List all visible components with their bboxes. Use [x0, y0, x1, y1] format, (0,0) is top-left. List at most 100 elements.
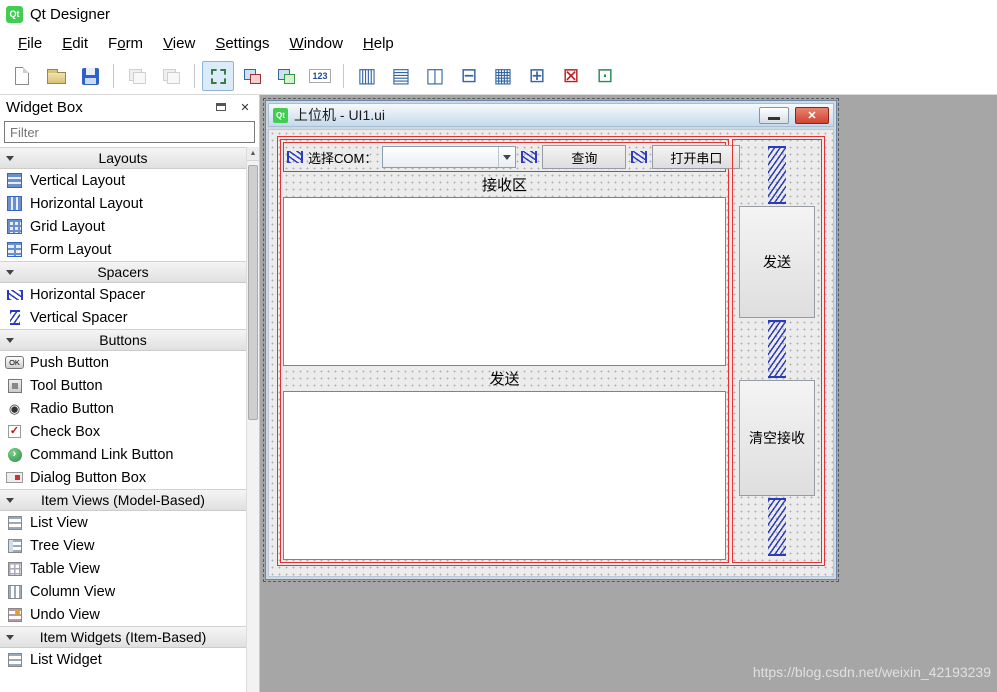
section-layouts[interactable]: Layouts	[0, 147, 246, 169]
layout-form-button[interactable]: ⊞	[521, 61, 553, 91]
form-window[interactable]: Qt 上位机 - UI1.ui ✕ 选择COM：	[265, 100, 837, 580]
layout-horizontal-button[interactable]: ▥	[351, 61, 383, 91]
adjust-size-icon: ⊡	[597, 66, 614, 86]
command-link-button-icon: ›	[8, 448, 22, 462]
widget-box-scrollbar[interactable]: ▲	[246, 147, 259, 692]
com-combobox[interactable]	[382, 146, 516, 168]
chevron-down-icon	[6, 270, 14, 275]
copy-button[interactable]	[121, 61, 153, 91]
widget-item-vertical-spacer[interactable]: Vertical Spacer	[0, 306, 246, 329]
toolbar-separator	[343, 64, 344, 88]
layout-form-icon: ⊞	[529, 66, 546, 86]
edit-buddies-button[interactable]	[270, 61, 302, 91]
form-window-titlebar[interactable]: Qt 上位机 - UI1.ui ✕	[268, 103, 834, 127]
horizontal-spacer[interactable]	[287, 151, 303, 163]
vertical-spacer-icon	[10, 310, 20, 325]
widget-item-tool-button[interactable]: Tool Button	[0, 374, 246, 397]
scrollbar-up-button[interactable]: ▲	[247, 147, 259, 161]
chevron-down-icon	[6, 156, 14, 161]
widget-item-vertical-layout[interactable]: Vertical Layout	[0, 169, 246, 192]
watermark-text: https://blog.csdn.net/weixin_42193239	[753, 664, 991, 680]
send-area-label: 发送	[283, 366, 726, 391]
design-area: Qt 上位机 - UI1.ui ✕ 选择COM：	[260, 95, 997, 692]
edit-buddies-icon	[278, 69, 295, 84]
layout-vertical-button[interactable]: ▤	[385, 61, 417, 91]
layout-splitter-vertical-button[interactable]: ⊟	[453, 61, 485, 91]
menu-help[interactable]: Help	[353, 31, 404, 56]
layout-splitter-horizontal-icon: ◫	[426, 66, 445, 86]
send-button[interactable]: 发送	[739, 206, 815, 318]
menu-file[interactable]: File	[8, 31, 52, 56]
open-form-button[interactable]	[40, 61, 72, 91]
break-layout-button[interactable]: ⊠	[555, 61, 587, 91]
widget-item-dialog-button-box[interactable]: Dialog Button Box	[0, 466, 246, 489]
menu-settings[interactable]: Settings	[205, 31, 279, 56]
widget-box-title: Widget Box	[6, 99, 205, 116]
new-form-icon	[15, 67, 29, 85]
toolbar: 123 ▥ ▤ ◫ ⊟ ▦ ⊞ ⊠ ⊡	[0, 58, 997, 95]
query-button[interactable]: 查询	[542, 145, 626, 169]
layout-grid-button[interactable]: ▦	[487, 61, 519, 91]
edit-tab-order-button[interactable]: 123	[304, 61, 336, 91]
menu-view[interactable]: View	[153, 31, 205, 56]
qt-icon: Qt	[273, 108, 288, 123]
horizontal-layout-icon	[7, 196, 22, 211]
scrollbar-thumb[interactable]	[248, 165, 258, 420]
close-panel-button[interactable]: ✕	[237, 99, 253, 115]
widget-item-table-view[interactable]: Table View	[0, 557, 246, 580]
widget-item-column-view[interactable]: Column View	[0, 580, 246, 603]
layout-grid-icon: ▦	[494, 66, 513, 86]
menu-form[interactable]: Form	[98, 31, 153, 56]
save-form-button[interactable]	[74, 61, 106, 91]
horizontal-spacer[interactable]	[631, 151, 647, 163]
new-form-button[interactable]	[6, 61, 38, 91]
section-item-views[interactable]: Item Views (Model-Based)	[0, 489, 246, 511]
widget-item-check-box[interactable]: ✓Check Box	[0, 420, 246, 443]
vertical-spacer[interactable]	[768, 498, 786, 556]
minimize-icon	[768, 117, 780, 120]
widget-item-undo-view[interactable]: Undo View	[0, 603, 246, 626]
form-layout-icon	[7, 242, 22, 257]
close-button[interactable]: ✕	[795, 107, 829, 124]
open-serial-button[interactable]: 打开串口	[652, 145, 740, 169]
widget-item-tree-view[interactable]: Tree View	[0, 534, 246, 557]
layout-horizontal-icon: ▥	[358, 66, 377, 86]
table-view-icon	[8, 562, 22, 576]
combobox-dropdown-button[interactable]	[498, 147, 515, 167]
widget-item-list-view[interactable]: List View	[0, 511, 246, 534]
widget-item-form-layout[interactable]: Form Layout	[0, 238, 246, 261]
widget-item-horizontal-spacer[interactable]: Horizontal Spacer	[0, 283, 246, 306]
form-canvas[interactable]: 选择COM： 查询 打开串口 接收区	[268, 129, 834, 577]
widget-item-radio-button[interactable]: ◉Radio Button	[0, 397, 246, 420]
edit-signals-slots-button[interactable]	[236, 61, 268, 91]
app-title: Qt Designer	[30, 6, 110, 23]
duplicate-button[interactable]	[155, 61, 187, 91]
menu-edit[interactable]: Edit	[52, 31, 98, 56]
menu-window[interactable]: Window	[280, 31, 353, 56]
send-textedit[interactable]	[283, 391, 726, 560]
section-item-widgets[interactable]: Item Widgets (Item-Based)	[0, 626, 246, 648]
vertical-spacer[interactable]	[768, 320, 786, 378]
section-spacers[interactable]: Spacers	[0, 261, 246, 283]
layout-splitter-vertical-icon: ⊟	[461, 66, 478, 86]
widget-box-panel: Widget Box ✕ Layouts Vertical Layout Hor…	[0, 95, 260, 692]
widget-item-list-widget[interactable]: List Widget	[0, 648, 246, 671]
chevron-down-icon	[6, 635, 14, 640]
clear-receive-button[interactable]: 清空接收	[739, 380, 815, 496]
section-buttons[interactable]: Buttons	[0, 329, 246, 351]
widget-item-horizontal-layout[interactable]: Horizontal Layout	[0, 192, 246, 215]
filter-input[interactable]	[4, 121, 255, 143]
float-panel-button[interactable]	[213, 99, 229, 115]
undo-view-icon	[8, 608, 22, 622]
horizontal-spacer[interactable]	[521, 151, 537, 163]
layout-splitter-horizontal-button[interactable]: ◫	[419, 61, 451, 91]
widget-item-grid-layout[interactable]: Grid Layout	[0, 215, 246, 238]
minimize-button[interactable]	[759, 107, 789, 124]
adjust-size-button[interactable]: ⊡	[589, 61, 621, 91]
vertical-spacer[interactable]	[768, 146, 786, 204]
break-layout-icon: ⊠	[563, 66, 580, 86]
edit-widgets-button[interactable]	[202, 61, 234, 91]
widget-item-command-link-button[interactable]: ›Command Link Button	[0, 443, 246, 466]
widget-item-push-button[interactable]: OKPush Button	[0, 351, 246, 374]
receive-textedit[interactable]	[283, 197, 726, 366]
